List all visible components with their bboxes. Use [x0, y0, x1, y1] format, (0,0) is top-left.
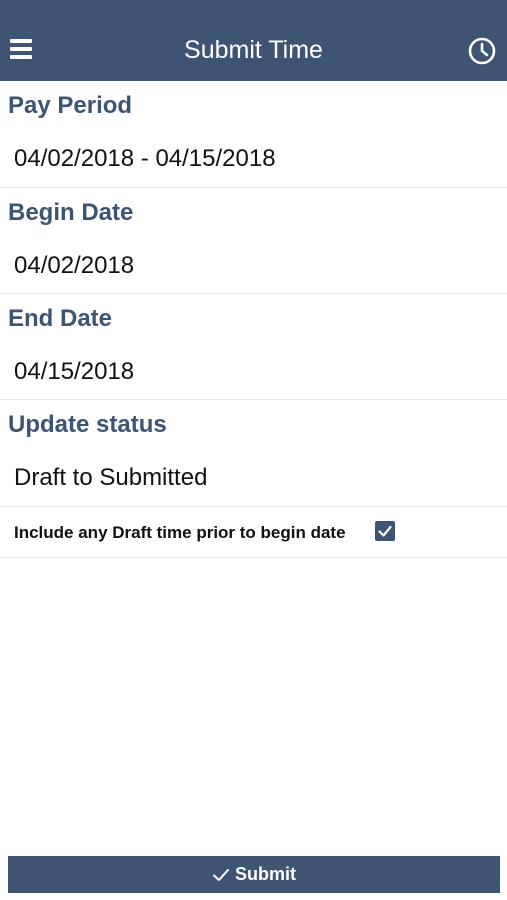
end-date-value[interactable]: 04/15/2018	[14, 358, 134, 386]
divider	[0, 187, 507, 188]
divider	[0, 293, 507, 294]
include-draft-checkbox[interactable]	[375, 521, 395, 541]
begin-date-label: Begin Date	[8, 199, 134, 226]
app-header: Submit Time	[0, 0, 507, 81]
pay-period-label: Pay Period	[8, 92, 133, 119]
page-title: Submit Time	[184, 36, 323, 64]
divider	[0, 399, 507, 400]
update-status-value[interactable]: Draft to Submitted	[14, 464, 207, 492]
begin-date-value[interactable]: 04/02/2018	[14, 252, 134, 280]
include-draft-label: Include any Draft time prior to begin da…	[14, 523, 346, 542]
pay-period-value[interactable]: 04/02/2018 - 04/15/2018	[14, 145, 276, 173]
end-date-label: End Date	[8, 305, 113, 332]
include-draft-row[interactable]: Include any Draft time prior to begin da…	[0, 507, 507, 557]
clock-icon[interactable]	[467, 36, 497, 66]
update-status-label: Update status	[8, 411, 167, 438]
submit-button[interactable]: Submit	[8, 856, 500, 893]
checkmark-icon	[213, 868, 229, 881]
divider	[0, 557, 507, 558]
submit-label: Submit	[235, 864, 296, 884]
checkmark-icon	[378, 525, 392, 537]
